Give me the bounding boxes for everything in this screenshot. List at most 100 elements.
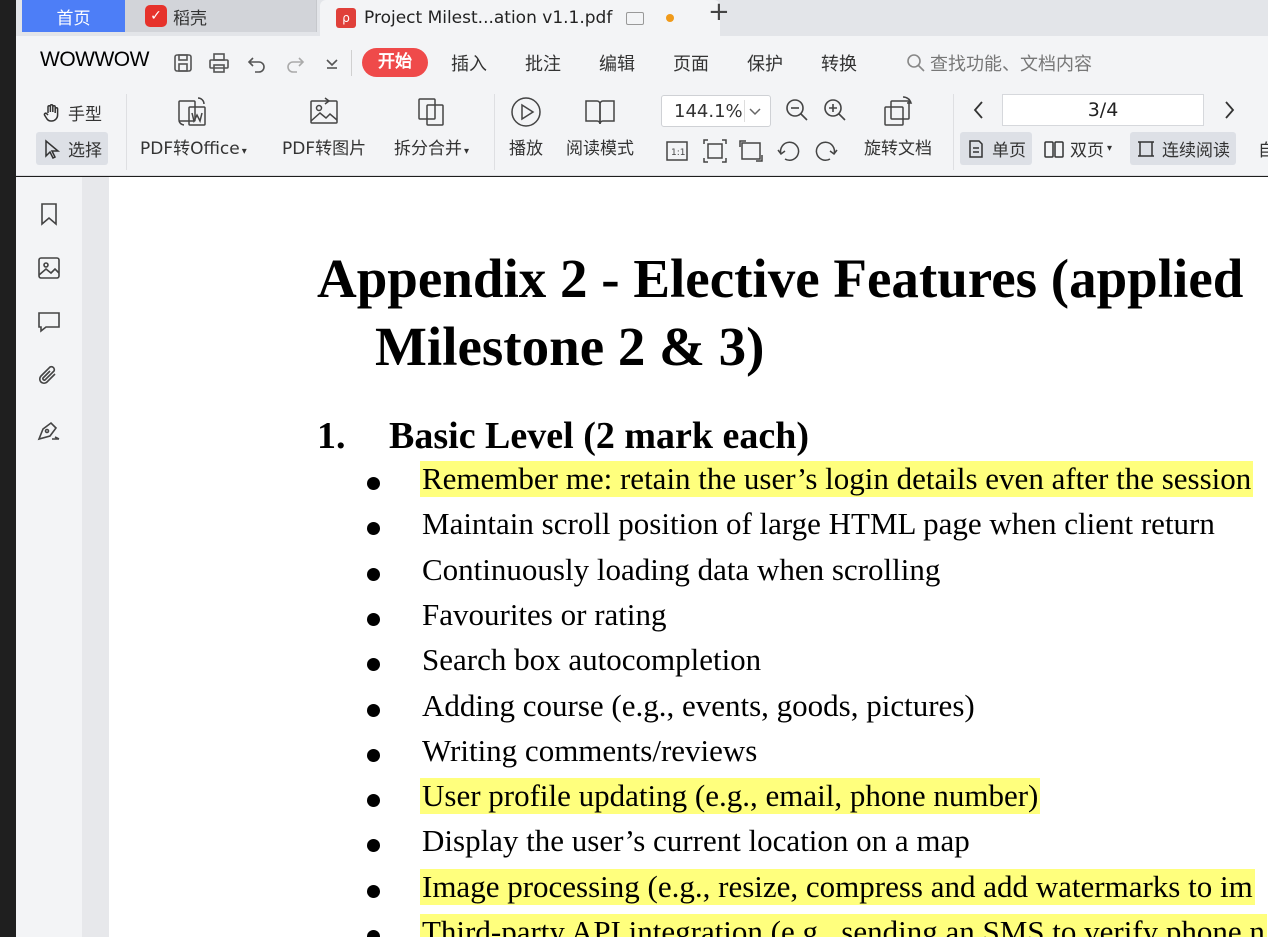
chevron-down-icon bbox=[744, 100, 764, 122]
bullet-text: Display the user’s current location on a… bbox=[422, 823, 970, 859]
ribbon-separator bbox=[494, 94, 495, 170]
menu-annotate[interactable]: 批注 bbox=[525, 50, 561, 76]
tab-home[interactable]: 首页 bbox=[22, 0, 125, 32]
read-mode-button[interactable]: 阅读模式 bbox=[566, 94, 634, 159]
signature-pen-icon[interactable] bbox=[36, 417, 62, 443]
pdf-to-image-button[interactable]: PDF转图片 bbox=[282, 94, 366, 159]
appendix-title-line-1: Appendix 2 - Elective Features (applied bbox=[317, 248, 1244, 309]
tab-docer-label: 稻壳 bbox=[173, 8, 207, 29]
bullet-text: Writing comments/reviews bbox=[422, 732, 758, 768]
bullet-text: Adding course (e.g., events, goods, pict… bbox=[422, 687, 975, 723]
hand-tool-button[interactable]: 手型 bbox=[36, 96, 108, 129]
docer-logo-icon: ✓ bbox=[145, 5, 167, 27]
next-page-icon[interactable] bbox=[1216, 97, 1242, 123]
attachment-icon[interactable] bbox=[36, 363, 62, 389]
select-tool-label: 选择 bbox=[68, 141, 102, 161]
actual-size-icon[interactable]: 1:1 bbox=[664, 138, 690, 164]
bullet-dot bbox=[367, 748, 380, 762]
bullet-dot bbox=[367, 794, 380, 808]
menu-bar: WOWWOW 开始 插入 批注 编辑 页面 保护 转换 查找功能、文档内容 bbox=[16, 36, 1268, 88]
rotate-document-button[interactable]: 旋转文档 bbox=[864, 94, 932, 159]
play-icon bbox=[508, 94, 544, 130]
thumbnail-image-icon[interactable] bbox=[36, 255, 62, 281]
cursor-arrow-icon bbox=[45, 138, 61, 159]
hand-tool-label: 手型 bbox=[68, 105, 102, 125]
continuous-read-icon bbox=[1138, 140, 1154, 157]
comment-icon[interactable] bbox=[36, 309, 62, 335]
highlighted-bullet-text: Third-party API integration (e.g., sendi… bbox=[420, 914, 1267, 937]
pdf-to-office-button[interactable]: PDF转Office ▾ bbox=[140, 94, 247, 159]
single-page-button[interactable]: 单页 bbox=[960, 132, 1032, 165]
select-tool-button[interactable]: 选择 bbox=[36, 132, 108, 165]
section-number: 1. bbox=[317, 415, 346, 457]
menu-convert[interactable]: 转换 bbox=[821, 50, 857, 76]
split-merge-label: 拆分合并 bbox=[394, 139, 462, 159]
save-icon[interactable] bbox=[172, 52, 194, 74]
fit-width-icon[interactable] bbox=[738, 138, 764, 164]
pdf-to-office-icon bbox=[175, 94, 211, 130]
tab-docer[interactable]: ✓ 稻壳 bbox=[125, 0, 317, 32]
bullet-dot bbox=[367, 703, 380, 717]
pdf-to-image-label: PDF转图片 bbox=[282, 139, 367, 159]
left-sidebar bbox=[16, 177, 82, 937]
play-button[interactable]: 播放 bbox=[508, 94, 544, 159]
fit-page-icon[interactable] bbox=[702, 138, 728, 164]
dropdown-arrow-icon: ▾ bbox=[1107, 143, 1113, 154]
new-tab-button[interactable]: + bbox=[708, 0, 730, 26]
page-gutter bbox=[82, 177, 109, 937]
menu-protect[interactable]: 保护 bbox=[747, 50, 783, 76]
menu-separator bbox=[351, 50, 352, 76]
bullet-text: Continuously loading data when scrolling bbox=[422, 551, 941, 587]
overlay-text: WOWWOW bbox=[40, 48, 149, 71]
auto-scroll-label: 自 bbox=[1258, 141, 1268, 161]
tab-document-label: Project Milest...ation v1.1.pdf bbox=[364, 8, 613, 28]
previous-page-icon[interactable] bbox=[966, 97, 992, 123]
undo-icon[interactable] bbox=[246, 52, 268, 74]
bookmark-icon[interactable] bbox=[36, 201, 62, 227]
zoom-in-icon[interactable] bbox=[822, 97, 848, 123]
split-merge-icon bbox=[414, 94, 450, 130]
continuous-read-button[interactable]: 连续阅读 bbox=[1130, 132, 1236, 165]
pdf-file-icon: ρ bbox=[336, 8, 356, 28]
pdf-to-image-icon bbox=[306, 94, 342, 130]
read-mode-label: 阅读模式 bbox=[566, 139, 634, 159]
double-page-button[interactable]: 双页 ▾ bbox=[1038, 132, 1118, 165]
bullet-dot bbox=[367, 839, 380, 853]
ribbon-separator bbox=[126, 94, 127, 170]
double-page-label: 双页 bbox=[1070, 141, 1104, 161]
svg-text:1:1: 1:1 bbox=[671, 148, 685, 158]
page-number-input[interactable]: 3/4 bbox=[1002, 94, 1204, 126]
tab-bar: 首页 ✓ 稻壳 ρ Project Milest...ation v1.1.pd… bbox=[16, 0, 1268, 36]
tab-document[interactable]: ρ Project Milest...ation v1.1.pdf bbox=[320, 0, 720, 36]
menu-insert[interactable]: 插入 bbox=[451, 50, 487, 76]
bullet-text: Favourites or rating bbox=[422, 596, 667, 632]
search-box[interactable]: 查找功能、文档内容 bbox=[906, 50, 1092, 76]
bullet-dot bbox=[367, 522, 380, 536]
redo-icon[interactable] bbox=[284, 52, 306, 74]
monitor-icon[interactable] bbox=[626, 11, 645, 25]
ribbon-separator bbox=[953, 94, 954, 170]
menu-edit[interactable]: 编辑 bbox=[599, 50, 635, 76]
continuous-read-label: 连续阅读 bbox=[1162, 141, 1230, 161]
search-icon bbox=[907, 54, 925, 72]
split-merge-button[interactable]: 拆分合并 ▾ bbox=[394, 94, 469, 159]
bullet-text: Search box autocompletion bbox=[422, 642, 762, 678]
print-icon[interactable] bbox=[208, 52, 230, 74]
single-page-icon bbox=[969, 139, 983, 158]
menu-page[interactable]: 页面 bbox=[673, 50, 709, 76]
bullet-dot bbox=[367, 658, 380, 672]
auto-scroll-button[interactable]: 自 bbox=[1252, 132, 1268, 165]
highlighted-bullet-text: Image processing (e.g., resize, compress… bbox=[420, 868, 1255, 905]
double-page-icon bbox=[1044, 140, 1064, 158]
highlighted-bullet-text: User profile updating (e.g., email, phon… bbox=[420, 778, 1041, 815]
bullet-dot bbox=[367, 884, 380, 898]
menu-start[interactable]: 开始 bbox=[362, 48, 428, 77]
rotate-left-icon[interactable] bbox=[776, 138, 802, 164]
rotate-right-icon[interactable] bbox=[813, 138, 839, 164]
zoom-out-icon[interactable] bbox=[784, 97, 810, 123]
ribbon-toolbar: 手型 选择 PDF转Office▾ PDF转图片 拆分合并▾ 播放 阅读模式 bbox=[16, 88, 1268, 176]
zoom-select[interactable]: 144.1% bbox=[661, 95, 771, 127]
customize-toolbar-icon[interactable] bbox=[321, 52, 343, 74]
book-icon bbox=[582, 94, 618, 130]
section-title: Basic Level (2 mark each) bbox=[389, 415, 810, 457]
